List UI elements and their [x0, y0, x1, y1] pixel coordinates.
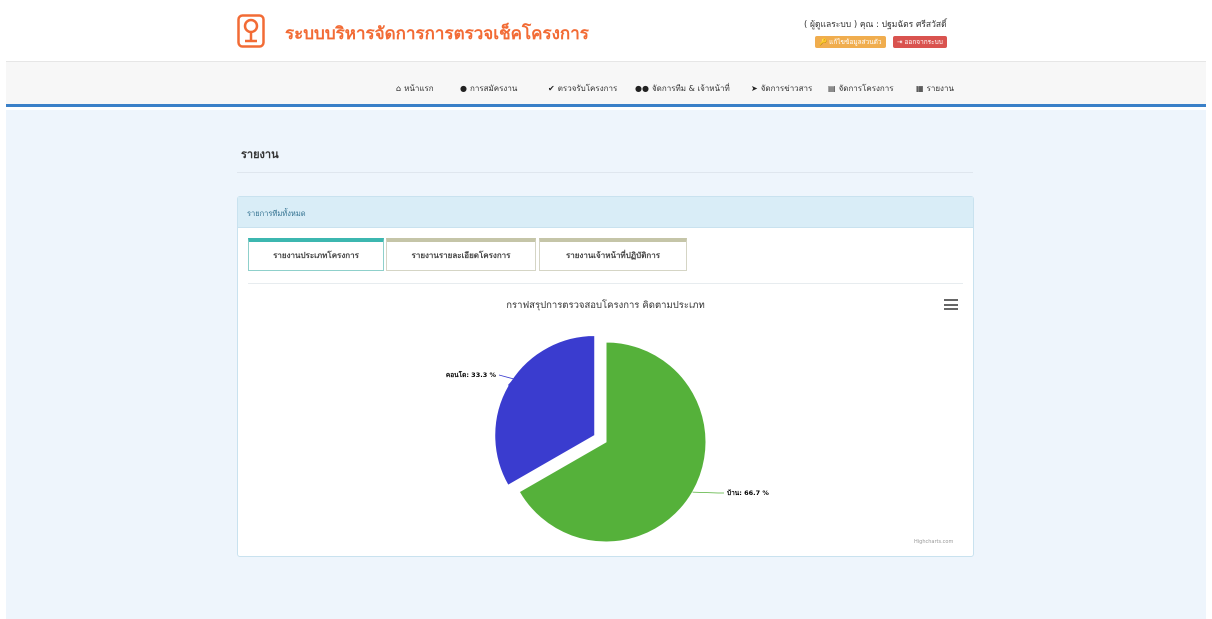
- nav-item-label: รายงาน: [926, 84, 954, 93]
- tab-staff-report[interactable]: รายงานเจ้าหน้าที่ปฏิบัติการ: [539, 238, 687, 271]
- nav-item-label: ตรวจรับโครงการ: [557, 84, 618, 93]
- pie-connector-1: [692, 491, 724, 494]
- logout-button[interactable]: ⇥ ออกจากระบบ: [893, 36, 947, 48]
- app-logo-icon: [237, 14, 265, 48]
- nav-item-recruitment[interactable]: ● การสมัครงาน: [460, 82, 517, 95]
- nav-item-label: การสมัครงาน: [469, 84, 518, 93]
- pie-chart: กราฟสรุปการตรวจสอบโครงการ คิดตามประเภท บ…: [248, 287, 963, 547]
- file-icon: ▤: [828, 84, 836, 93]
- user-icon: ●: [460, 84, 467, 93]
- edit-profile-button[interactable]: 🔑 แก้ไขข้อมูลส่วนตัว: [815, 36, 886, 48]
- tab-project-type-report[interactable]: รายงานประเภทโครงการ: [248, 238, 384, 271]
- nav-item-teams[interactable]: ●● จัดการทีม & เจ้าหน้าที่: [635, 82, 730, 95]
- pie-data-label-2: คอนโด: 33.3 %: [446, 370, 497, 379]
- title-divider: [237, 172, 973, 173]
- report-panel: รายการทีมทั้งหมด รายงานประเภทโครงการ ราย…: [237, 196, 974, 557]
- nav-item-reports[interactable]: ▦ รายงาน: [916, 82, 954, 95]
- panel-heading: รายการทีมทั้งหมด: [238, 197, 973, 228]
- send-icon: ➤: [751, 84, 758, 93]
- nav-item-news[interactable]: ➤ จัดการข่าวสาร: [751, 82, 812, 95]
- nav-item-inspection[interactable]: ✔ ตรวจรับโครงการ: [548, 82, 617, 95]
- pie-svg: บ้าน: 66.7 % คอนโด: 33.3 %: [446, 334, 769, 543]
- users-icon: ●●: [635, 84, 649, 93]
- tab-divider: [248, 283, 963, 284]
- nav-item-label: จัดการทีม & เจ้าหน้าที่: [651, 84, 730, 93]
- nav-item-label: จัดการข่าวสาร: [760, 84, 813, 93]
- app-title[interactable]: ระบบบริหารจัดการการตรวจเช็คโครงการ: [285, 20, 589, 47]
- pie-data-label-1: บ้าน: 66.7 %: [727, 488, 769, 497]
- panel-heading-text: รายการทีมทั้งหมด: [247, 209, 306, 218]
- nav-item-home[interactable]: ⌂ หน้าแรก: [396, 82, 434, 95]
- tab-project-detail-report[interactable]: รายงานรายละเอียดโครงการ: [386, 238, 536, 271]
- page-title: รายงาน: [241, 148, 279, 161]
- nav-item-label: จัดการโครงการ: [838, 84, 894, 93]
- home-icon: ⌂: [396, 84, 402, 93]
- user-info: ( ผู้ดูแลระบบ ) คุณ : ปฐมฉัตร ศรีสวัสดิ์: [804, 20, 947, 30]
- nav-item-projects[interactable]: ▤ จัดการโครงการ: [828, 82, 894, 95]
- chart-icon: ▦: [916, 84, 924, 93]
- nav-item-label: หน้าแรก: [404, 84, 434, 93]
- check-icon: ✔: [548, 84, 555, 93]
- chart-credits: Highcharts.com: [914, 539, 954, 545]
- top-header: ระบบบริหารจัดการการตรวจเช็คโครงการ ( ผู้…: [6, 0, 1206, 62]
